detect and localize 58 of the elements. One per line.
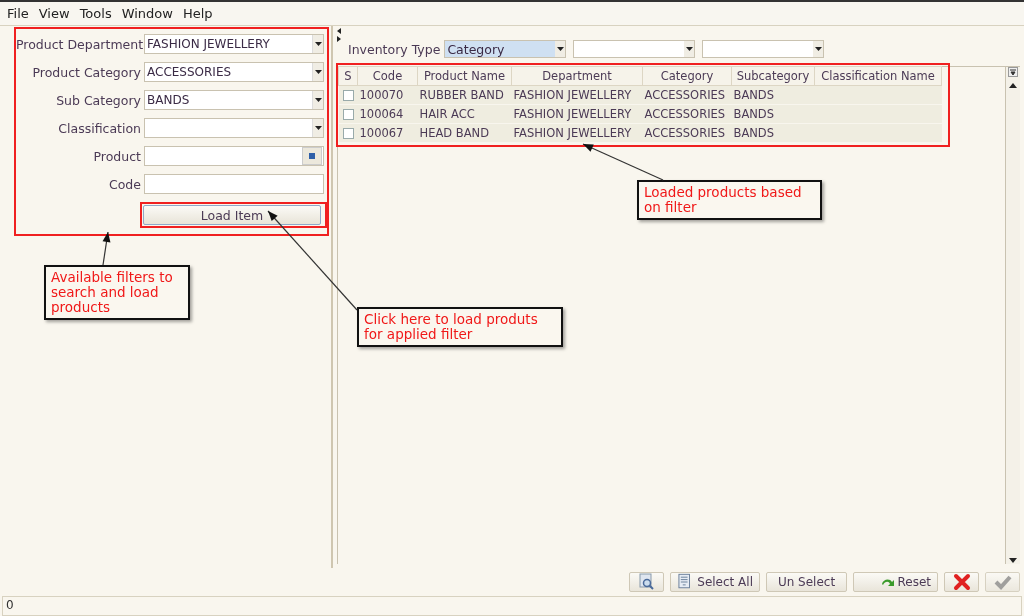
status-bar: 0 bbox=[2, 596, 1022, 616]
column-header[interactable]: Code bbox=[357, 66, 418, 86]
dropdown-field[interactable] bbox=[702, 40, 825, 58]
dropdown-field[interactable]: FASHION JEWELLERY bbox=[144, 34, 324, 54]
row-checkbox[interactable] bbox=[342, 108, 354, 120]
column-header[interactable]: S bbox=[338, 66, 358, 86]
menu-item[interactable]: View bbox=[33, 6, 75, 21]
caret-icon bbox=[314, 70, 322, 74]
row-checkbox[interactable] bbox=[342, 127, 354, 139]
column-header[interactable]: Product Name bbox=[417, 66, 512, 86]
callout-note: Available filters to search and load products bbox=[44, 265, 190, 320]
callout-note: Click here to load produts for applied filter bbox=[357, 307, 563, 347]
field-label: Product Department bbox=[16, 36, 144, 52]
curved-arrow-icon bbox=[882, 578, 895, 586]
dropdown-field[interactable]: ACCESSORIES bbox=[144, 62, 324, 82]
dropdown-field[interactable] bbox=[573, 40, 696, 58]
column-header[interactable]: Department bbox=[511, 66, 643, 86]
select-all-button[interactable]: Select All bbox=[670, 572, 760, 592]
menu-item[interactable]: File bbox=[2, 6, 34, 21]
menu-item[interactable]: Tools bbox=[74, 6, 117, 21]
column-header[interactable]: Classification Name bbox=[814, 66, 942, 86]
caret-icon bbox=[556, 47, 564, 51]
magnifier-icon bbox=[637, 573, 656, 591]
lookup-button[interactable] bbox=[302, 147, 322, 165]
collapse-arrows-icon bbox=[337, 28, 341, 42]
callout-note: Loaded products based on filter bbox=[637, 180, 822, 220]
field-label: Code bbox=[108, 176, 142, 192]
lookup-field[interactable] bbox=[144, 146, 324, 166]
arrow bbox=[102, 231, 111, 266]
column-header[interactable]: Subcategory bbox=[731, 66, 815, 86]
cancel-button[interactable] bbox=[944, 572, 979, 592]
caret-icon bbox=[314, 126, 322, 130]
row-checkbox[interactable] bbox=[342, 89, 354, 101]
dropdown-field[interactable] bbox=[144, 118, 324, 138]
menu-item[interactable]: Help bbox=[177, 6, 218, 21]
load-item-button[interactable]: Load Item bbox=[143, 205, 321, 225]
scroll-up-icon bbox=[1009, 83, 1017, 89]
scroll-down-icon bbox=[1009, 558, 1017, 564]
caret-icon bbox=[314, 42, 322, 46]
field-label: Classification bbox=[57, 120, 142, 136]
dropdown-field[interactable]: Category bbox=[444, 40, 567, 58]
column-header[interactable]: Category bbox=[642, 66, 732, 86]
field-label: Product Category bbox=[31, 64, 142, 80]
field-label: Sub Category bbox=[55, 92, 142, 108]
unselect-button[interactable]: Un Select bbox=[766, 572, 847, 592]
preview-button[interactable] bbox=[629, 572, 664, 592]
caret-icon bbox=[814, 47, 822, 51]
inventory-type-label: Inventory Type bbox=[348, 41, 441, 57]
close-icon bbox=[952, 573, 971, 591]
caret-icon bbox=[314, 98, 322, 102]
menu-item[interactable]: Window bbox=[116, 6, 178, 21]
square-icon bbox=[309, 153, 315, 159]
checkmark-icon bbox=[993, 573, 1012, 591]
field-label: Product bbox=[92, 148, 142, 164]
reset-button[interactable]: Reset bbox=[853, 572, 938, 592]
input-field[interactable] bbox=[144, 174, 324, 194]
caret-icon bbox=[685, 47, 693, 51]
dropdown-field[interactable]: BANDS bbox=[144, 90, 324, 110]
